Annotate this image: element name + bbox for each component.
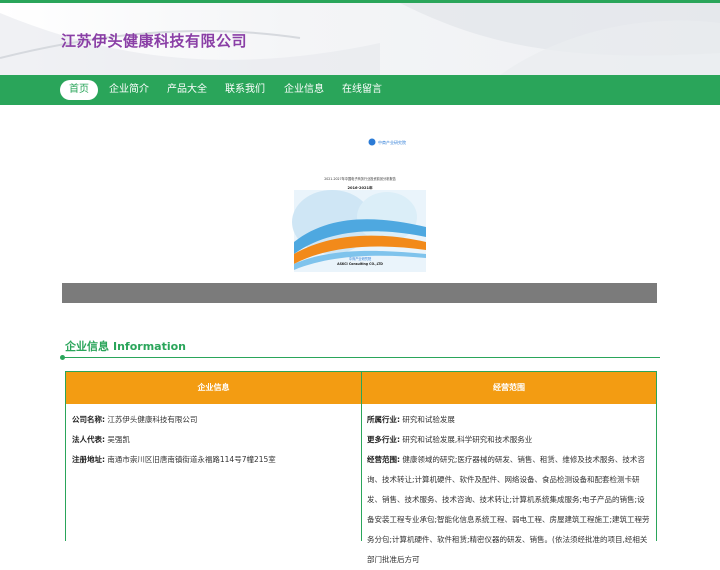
more-industry-value: 研究和试验发展,科学研究和技术服务业 (402, 435, 533, 444)
report-years: 2016-2021年 (347, 185, 372, 190)
brand-logo-icon (368, 138, 376, 146)
more-industry-row: 更多行业: 研究和试验发展,科学研究和技术服务业 (367, 430, 651, 450)
report-cover-image: 中商产业研究院 2021-2027年中国电子商务行业投资前景分析报告 2016-… (292, 132, 428, 278)
business-scope-cell: 所属行业: 研究和试验发展 更多行业: 研究和试验发展,科学研究和技术服务业 经… (367, 410, 651, 570)
site-title[interactable]: 江苏伊头健康科技有限公司 (61, 30, 247, 51)
brand-text: 中商产业研究院 (378, 139, 406, 145)
nav-item-message[interactable]: 在线留言 (337, 80, 387, 100)
industry-label: 所属行业: (367, 415, 400, 424)
section-title-en: Information (113, 340, 186, 353)
report-footer-en: ASKCI Consulting CO.,LTD (337, 262, 383, 266)
industry-value: 研究和试验发展 (402, 415, 455, 424)
company-info-table: 企业信息 经营范围 公司名称: 江苏伊头健康科技有限公司 法人代表: 吴强凯 注… (65, 371, 657, 564)
company-name-label: 公司名称: (72, 415, 105, 424)
report-title: 2021-2027年中国电子商务行业投资前景分析报告 (324, 176, 396, 181)
industry-row: 所属行业: 研究和试验发展 (367, 410, 651, 430)
table-header-company-info: 企业信息 (66, 372, 361, 404)
nav-item-contact[interactable]: 联系我们 (220, 80, 270, 100)
nav-item-products[interactable]: 产品大全 (162, 80, 212, 100)
section-title-cn: 企业信息 (65, 340, 109, 353)
address-row: 注册地址: 南通市崇川区旧唐南镇街道永福路114号7幢215室 (72, 450, 352, 470)
legal-rep-value: 吴强凯 (107, 435, 130, 444)
company-name-row: 公司名称: 江苏伊头健康科技有限公司 (72, 410, 352, 430)
legal-rep-row: 法人代表: 吴强凯 (72, 430, 352, 450)
section-title: 企业信息 Information (65, 338, 186, 354)
nav-item-company-info[interactable]: 企业信息 (279, 80, 329, 100)
company-info-cell: 公司名称: 江苏伊头健康科技有限公司 法人代表: 吴强凯 注册地址: 南通市崇川… (72, 410, 352, 470)
main-nav: 首页 企业简介 产品大全 联系我们 企业信息 在线留言 (0, 75, 720, 105)
report-cover-graphic: 中商产业研究院 2021-2027年中国电子商务行业投资前景分析报告 2016-… (292, 138, 426, 272)
legal-rep-label: 法人代表: (72, 435, 105, 444)
banner-caption-bar (62, 283, 657, 303)
table-header-business-scope: 经营范围 (362, 372, 656, 404)
nav-item-company-intro[interactable]: 企业简介 (104, 80, 154, 100)
section-divider (62, 357, 660, 358)
table-column-divider (361, 372, 362, 541)
site-header: 江苏伊头健康科技有限公司 (0, 3, 720, 75)
business-scope-value: 健康领域的研究;医疗器械的研发、销售、租赁、维修及技术服务、技术咨询、技术转让;… (367, 455, 650, 564)
company-name-value: 江苏伊头健康科技有限公司 (107, 415, 198, 424)
address-value: 南通市崇川区旧唐南镇街道永福路114号7幢215室 (107, 455, 276, 464)
address-label: 注册地址: (72, 455, 105, 464)
more-industry-label: 更多行业: (367, 435, 400, 444)
report-footer-cn: 中商产业研究院 (349, 256, 372, 261)
nav-item-home[interactable]: 首页 (60, 80, 98, 100)
business-scope-row: 经营范围: 健康领域的研究;医疗器械的研发、销售、租赁、维修及技术服务、技术咨询… (367, 450, 651, 570)
business-scope-label: 经营范围: (367, 455, 400, 464)
